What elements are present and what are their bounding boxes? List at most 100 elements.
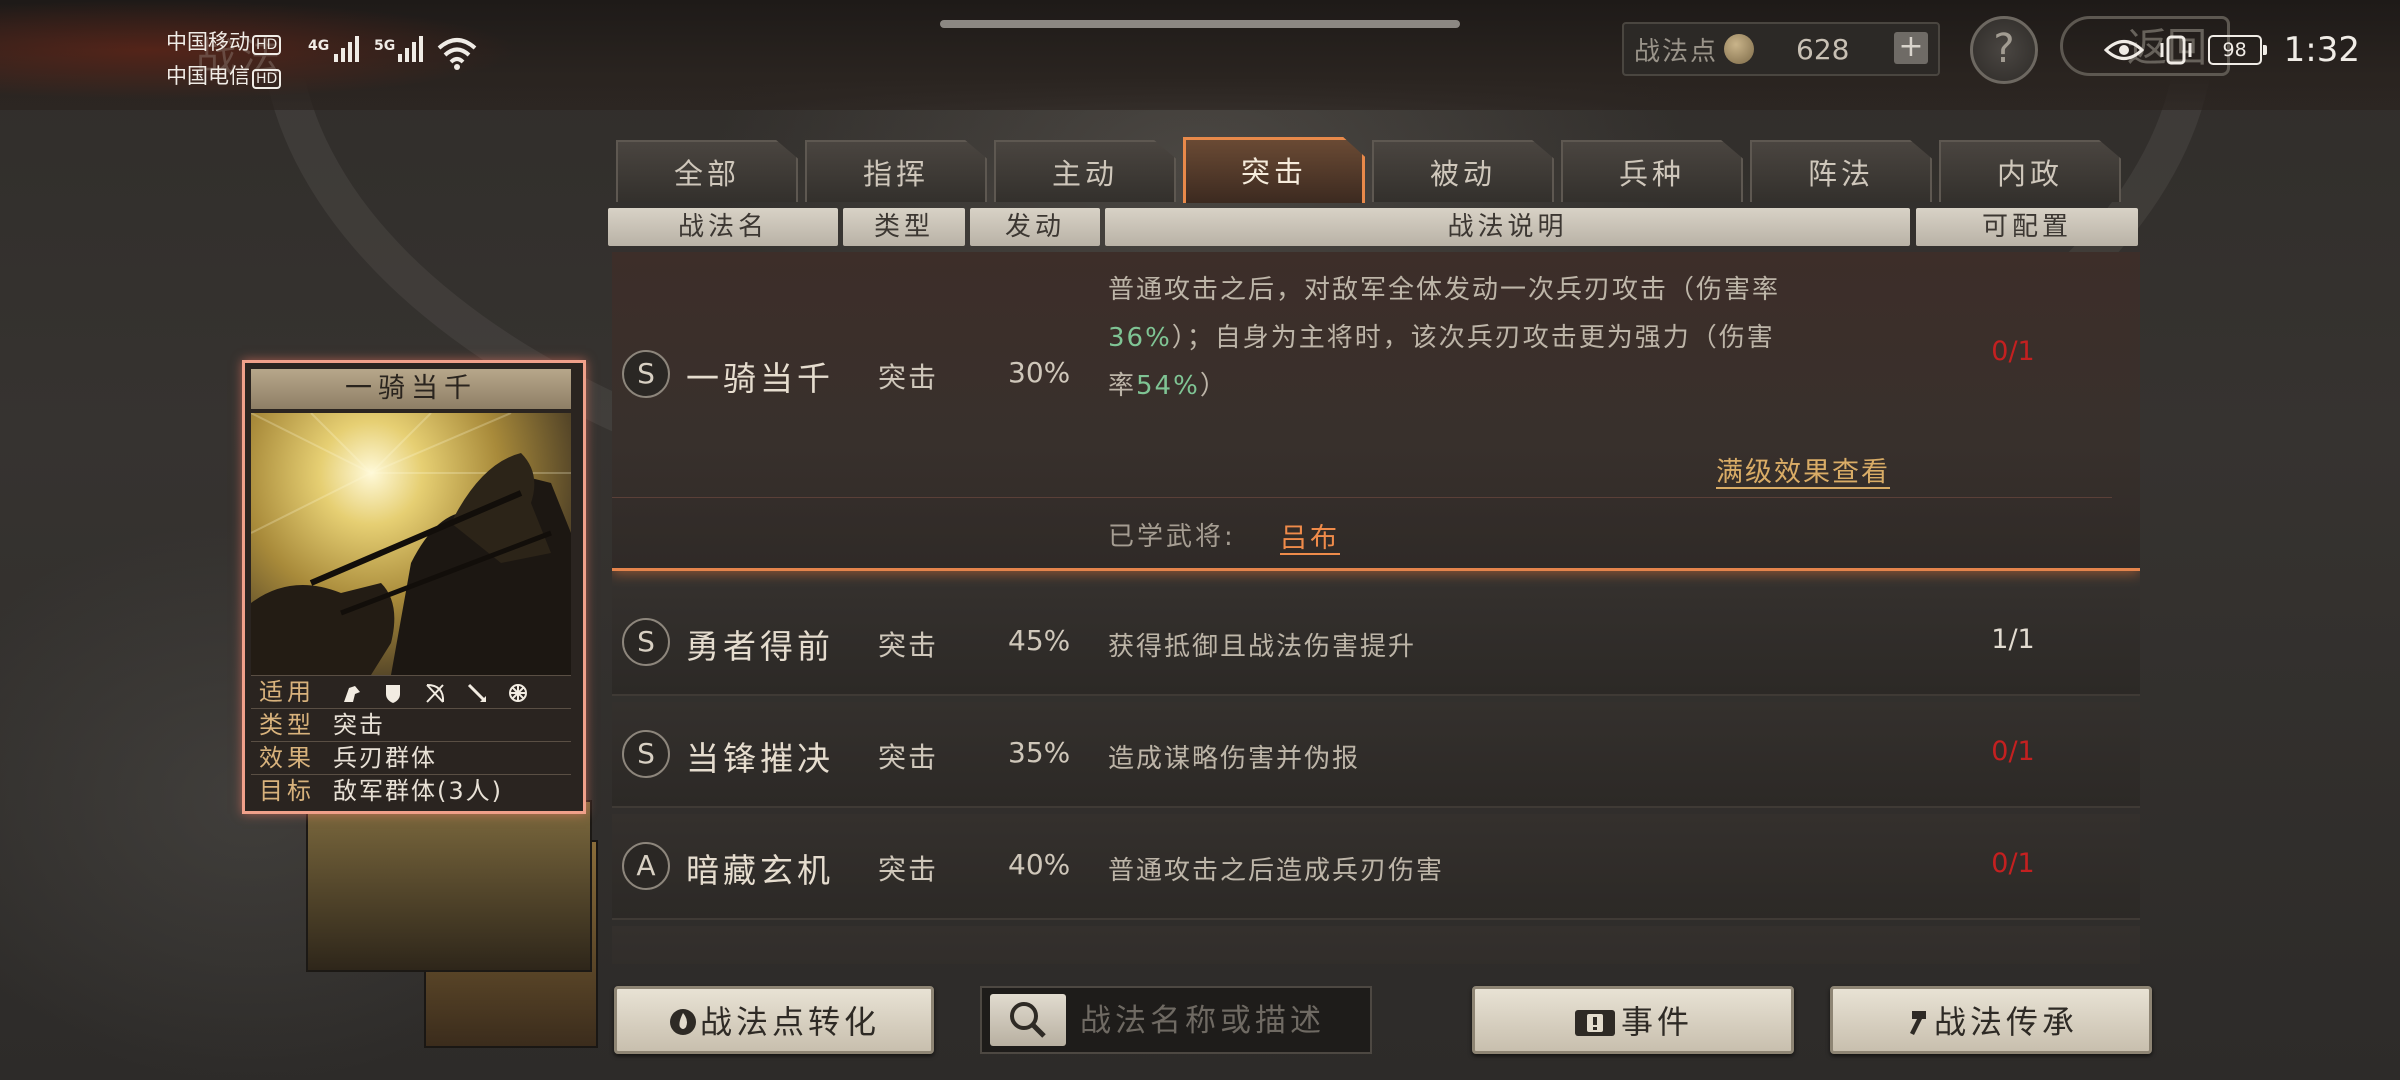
tactic-description: 普通攻击之后造成兵刃伤害 bbox=[1108, 856, 1445, 886]
card-type-value: 突击 bbox=[333, 711, 385, 739]
points-coin-icon bbox=[1724, 34, 1755, 64]
learned-general-link[interactable]: 吕布 bbox=[1280, 516, 1340, 555]
battle-points-box: 战法点 628 + bbox=[1622, 22, 1940, 76]
card-target-label: 目标 bbox=[259, 777, 315, 805]
spear-icon bbox=[467, 683, 486, 702]
convert-points-button[interactable]: 战法点转化 bbox=[614, 986, 934, 1054]
tactic-description: 普通攻击之后，对敌军全体发动一次兵刃攻击（伤害率 36%）；自身为主将时，该次兵… bbox=[1108, 266, 1908, 410]
desc-line-3-suffix: ） bbox=[1199, 371, 1228, 401]
search-icon bbox=[1010, 1002, 1046, 1038]
help-button[interactable]: ? bbox=[1970, 16, 2038, 84]
tactic-rate: 45% bbox=[1008, 624, 1071, 657]
events-label: 事件 bbox=[1620, 1003, 1693, 1041]
shield-icon bbox=[386, 685, 401, 703]
card-effect-row: 效果 兵刃群体 bbox=[251, 741, 571, 774]
search-button[interactable] bbox=[990, 994, 1066, 1046]
tab-passive[interactable]: 被动 bbox=[1372, 140, 1554, 202]
desc-line-1: 普通攻击之后，对敌军全体发动一次兵刃攻击（伤害率 bbox=[1108, 275, 1781, 305]
desc-value-1: 36% bbox=[1108, 323, 1172, 353]
tactic-type: 突击 bbox=[878, 361, 939, 394]
card-title: 一骑当千 bbox=[251, 369, 571, 409]
tactic-rate: 35% bbox=[1008, 736, 1071, 769]
add-points-button[interactable]: + bbox=[1894, 32, 1928, 64]
card-stack-middle bbox=[306, 800, 592, 972]
tactic-card: 一骑当千 适用 类型 突击 效果 兵刃群体 目标 敌军群体(3人) bbox=[242, 360, 586, 814]
tactic-capacity: 0/1 bbox=[1991, 736, 2035, 767]
tactic-rate: 30% bbox=[1008, 356, 1071, 389]
tab-assault[interactable]: 突击 bbox=[1183, 137, 1365, 203]
tab-active[interactable]: 主动 bbox=[994, 140, 1176, 202]
cavalry-illustration bbox=[251, 413, 571, 675]
desc-value-2: 54% bbox=[1136, 371, 1200, 401]
card-apply-label: 适用 bbox=[259, 678, 315, 706]
tab-command[interactable]: 指挥 bbox=[805, 140, 987, 202]
card-effect-value: 兵刃群体 bbox=[333, 744, 437, 772]
convert-points-label: 战法点转化 bbox=[699, 1003, 880, 1041]
learned-generals-label: 已学武将: bbox=[1108, 522, 1236, 552]
tactic-capacity: 1/1 bbox=[1991, 624, 2035, 655]
points-value: 628 bbox=[1796, 32, 1850, 66]
desc-line-2-text: ）；自身为主将时，该次兵刃攻击更为强力（伤害 bbox=[1171, 323, 1775, 353]
hd-badge: HD bbox=[252, 69, 282, 89]
eye-icon bbox=[2103, 40, 2144, 60]
status-right: 98 1:32 bbox=[2103, 30, 2360, 70]
tactic-capacity: 0/1 bbox=[1991, 848, 2035, 879]
wifi-icon bbox=[437, 38, 477, 70]
tactic-type: 突击 bbox=[878, 853, 939, 886]
inherit-tactic-label: 战法传承 bbox=[1933, 1003, 2078, 1041]
bow-icon bbox=[426, 684, 444, 703]
carrier-2: 中国电信 HD bbox=[166, 60, 282, 90]
event-icon bbox=[1574, 1010, 1615, 1036]
grade-badge: S bbox=[622, 350, 670, 398]
cavalry-icon bbox=[343, 686, 360, 702]
tactic-description: 造成谋略伤害并伪报 bbox=[1108, 744, 1361, 774]
tactic-name: 勇者得前 bbox=[686, 627, 834, 666]
column-header-trigger[interactable]: 发动 bbox=[970, 208, 1100, 246]
battery-icon: 98 bbox=[2207, 35, 2267, 65]
tactic-capacity: 0/1 bbox=[1991, 336, 2035, 367]
column-header-capacity[interactable]: 可配置 bbox=[1916, 208, 2138, 246]
column-header-description: 战法说明 bbox=[1105, 208, 1910, 246]
flame-icon bbox=[669, 1009, 696, 1035]
tactic-rate: 40% bbox=[1008, 848, 1071, 881]
tactic-type: 突击 bbox=[878, 741, 939, 774]
desc-line-2: 36%）；自身为主将时，该次兵刃攻击更为强力（伤害 bbox=[1108, 314, 1908, 362]
card-effect-label: 效果 bbox=[259, 744, 315, 772]
desc-line-3-prefix: 率 bbox=[1108, 371, 1137, 401]
carrier-2-label: 中国电信 bbox=[166, 64, 250, 88]
events-button[interactable]: 事件 bbox=[1472, 986, 1794, 1054]
tactic-type: 突击 bbox=[878, 629, 939, 662]
tab-all[interactable]: 全部 bbox=[616, 140, 798, 202]
tab-troop-type[interactable]: 兵种 bbox=[1561, 140, 1743, 202]
network-5g-label: 5G bbox=[374, 38, 396, 54]
tactic-row[interactable]: S 当锋摧决 突击 35% 造成谋略伤害并伪报 0/1 bbox=[612, 702, 2140, 808]
search-box bbox=[980, 986, 1372, 1054]
column-header-name[interactable]: 战法名 bbox=[608, 208, 838, 246]
column-header-type[interactable]: 类型 bbox=[843, 208, 965, 246]
carrier-1-label: 中国移动 bbox=[166, 30, 250, 54]
tactic-row-partial[interactable] bbox=[612, 926, 2140, 964]
tactic-row[interactable]: S 勇者得前 突击 45% 获得抵御且战法伤害提升 1/1 bbox=[612, 590, 2140, 696]
inherit-tactic-button[interactable]: 战法传承 bbox=[1830, 986, 2152, 1054]
tab-internal-affairs[interactable]: 内政 bbox=[1939, 140, 2121, 202]
max-level-effect-link[interactable]: 满级效果查看 bbox=[1716, 450, 1890, 489]
signal-icon bbox=[334, 36, 359, 62]
tactic-name: 暗藏玄机 bbox=[686, 851, 834, 890]
card-target-row: 目标 敌军群体(3人) bbox=[251, 774, 571, 807]
hd-badge: HD bbox=[252, 35, 282, 55]
tactic-description: 获得抵御且战法伤害提升 bbox=[1108, 632, 1417, 662]
grade-badge: S bbox=[622, 730, 670, 778]
card-type-label: 类型 bbox=[259, 711, 315, 739]
tactic-row-expanded[interactable]: S 一骑当千 突击 30% 普通攻击之后，对敌军全体发动一次兵刃攻击（伤害率 3… bbox=[612, 252, 2140, 571]
tactic-name: 一骑当千 bbox=[686, 359, 834, 398]
tactic-row[interactable]: A 暗藏玄机 突击 40% 普通攻击之后造成兵刃伤害 0/1 bbox=[612, 814, 2140, 920]
grade-badge: A bbox=[622, 842, 670, 890]
carrier-1: 中国移动 HD bbox=[166, 26, 282, 56]
search-input[interactable] bbox=[1078, 996, 1362, 1046]
tab-formation[interactable]: 阵法 bbox=[1750, 140, 1932, 202]
home-indicator bbox=[940, 20, 1460, 28]
vibrate-icon bbox=[2160, 35, 2192, 65]
card-type-row: 类型 突击 bbox=[251, 708, 571, 741]
divider bbox=[612, 497, 2112, 498]
card-artwork bbox=[251, 413, 571, 675]
